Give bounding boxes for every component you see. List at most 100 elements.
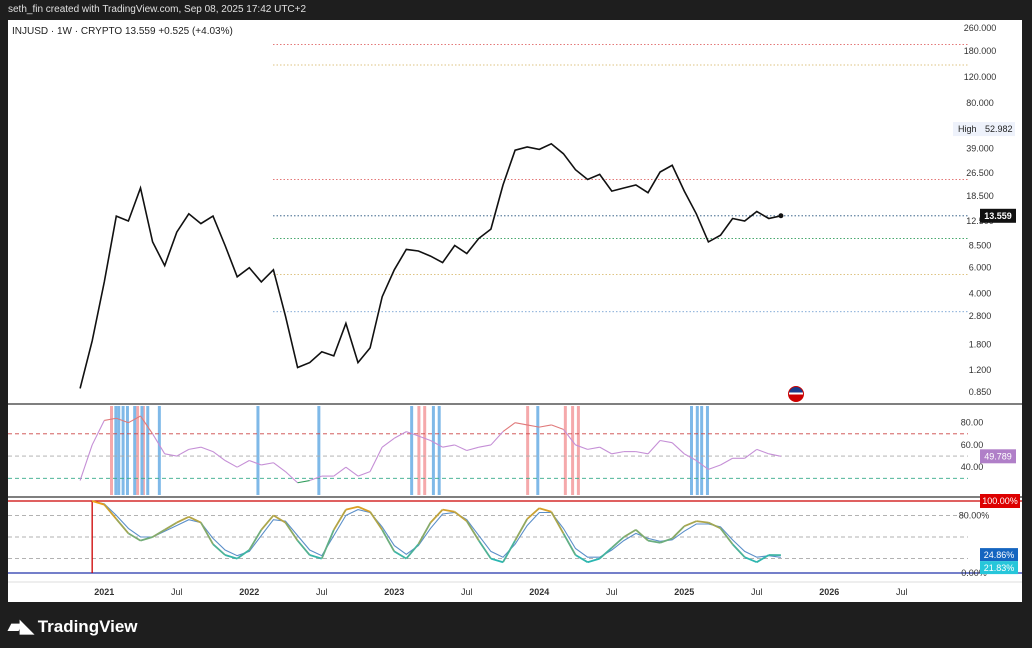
price-tick-9: 26.500	[966, 168, 994, 178]
rsi-segment-18	[285, 471, 298, 484]
rsi-segment-40	[551, 424, 564, 430]
time-axis: 2021 Jul 2022 Jul 2023 Jul 2024 Jul 2025 Jul 2026 J…	[94, 587, 907, 597]
stoch-main-segment-6	[152, 529, 166, 538]
stoch-main-segment-36	[514, 518, 528, 542]
stoch-main-segment-43	[599, 547, 613, 560]
stoch-main-segment-16	[272, 514, 286, 524]
stoch-series	[91, 500, 781, 564]
time-tick-10: 2026	[819, 587, 839, 597]
stoch-main-segment-8	[176, 516, 190, 524]
rsi-segment-47	[635, 451, 649, 455]
price-tick-13: 120.000	[964, 72, 997, 82]
price-tick-2: 1.800	[969, 339, 992, 349]
price-tick-0: 0.850	[969, 387, 992, 397]
oversold-marker-0	[114, 406, 118, 495]
price-tick-3: 2.800	[969, 311, 992, 321]
chart-svg[interactable]: 0.8501.2001.8002.8004.0006.0008.50012.50…	[8, 20, 1022, 602]
price-tick-8: 18.500	[966, 191, 994, 201]
stoch-main-segment-22	[345, 505, 359, 511]
time-tick-4: 2023	[384, 587, 404, 597]
chart-area[interactable]: 0.8501.2001.8002.8004.0006.0008.50012.50…	[8, 20, 1022, 602]
time-tick-6: 2024	[529, 587, 549, 597]
rsi-segment-2	[91, 420, 105, 446]
oversold-marker-15	[695, 406, 699, 495]
rsi-segment-25	[369, 446, 383, 472]
stoch-main-segment-14	[248, 529, 263, 551]
last-price-dot	[778, 213, 784, 219]
stoch-main-segment-19	[309, 554, 323, 560]
stoch-main-segment-28	[417, 522, 432, 545]
rsi-segment-16	[261, 462, 274, 466]
rsi-segment-49	[659, 439, 673, 444]
price-tick-12: 80.000	[966, 98, 994, 108]
rsi-segment-26	[381, 437, 395, 448]
rsi-segment-10	[188, 446, 202, 450]
price-tick-4: 4.000	[969, 288, 992, 298]
stoch-signal-line	[92, 500, 781, 558]
stoch-main-segment-32	[465, 520, 480, 542]
flag-icon[interactable]	[788, 386, 804, 402]
rsi-markers	[110, 406, 709, 495]
stoch-main-segment-37	[526, 507, 540, 520]
rsi-segment-19	[297, 479, 310, 484]
stoch-main-segment-24	[369, 511, 383, 531]
stoch-main-segment-20	[320, 529, 335, 559]
stoch-main-segment-34	[490, 557, 504, 564]
rsi-segment-45	[611, 451, 624, 455]
stoch-main-segment-46	[635, 529, 649, 542]
attribution-header: seth_fin created with TradingView.com, S…	[8, 4, 307, 15]
rsi-last-label: 49.789	[984, 451, 1012, 461]
rsi-segment-36	[502, 422, 516, 433]
stoch-main-segment-17	[284, 522, 299, 542]
stoch-main-segment-27	[405, 543, 420, 560]
time-tick-3: Jul	[316, 587, 328, 597]
rsi-segment-54	[720, 457, 733, 466]
stoch-main-segment-51	[696, 520, 709, 524]
high-label: High	[958, 124, 977, 134]
stoch-main-segment-45	[623, 529, 637, 538]
stoch-tick-1: 80.00%	[959, 510, 990, 520]
rsi-segment-24	[357, 471, 371, 477]
time-tick-7: Jul	[606, 587, 618, 597]
oversold-marker-11	[431, 406, 435, 495]
rsi-segment-27	[393, 431, 407, 439]
stoch-main-segment-39	[550, 511, 565, 534]
oversold-marker-9	[317, 406, 321, 495]
stoch-main-segment-13	[236, 549, 250, 560]
stoch-main-segment-21	[333, 509, 347, 531]
overbought-marker-3	[417, 406, 421, 495]
stoch-main-segment-42	[587, 557, 600, 564]
price-tick-5: 6.000	[969, 263, 992, 273]
oversold-marker-8	[256, 406, 260, 495]
overbought-marker-5	[526, 406, 530, 495]
oversold-marker-7	[157, 406, 161, 495]
stoch-main-segment-40	[562, 532, 577, 556]
time-tick-9: Jul	[751, 587, 763, 597]
rsi-segment-22	[333, 466, 347, 477]
rsi-segment-13	[224, 460, 238, 468]
oversold-marker-2	[121, 406, 125, 495]
price-tick-6: 8.500	[969, 241, 992, 251]
stoch-main-segment-12	[224, 554, 238, 560]
reference-levels	[273, 44, 968, 313]
rsi-segment-56	[744, 448, 758, 459]
rsi-segment-43	[587, 446, 600, 450]
rsi-segment-9	[176, 448, 190, 457]
brand-name: TradingView	[37, 616, 138, 636]
tradingview-logo-icon: ▰◣	[8, 616, 34, 636]
time-tick-5: Jul	[461, 587, 473, 597]
rsi-tick-0: 40.00	[961, 462, 984, 472]
price-tick-1: 1.200	[969, 365, 992, 375]
oversold-marker-6	[146, 406, 150, 495]
oversold-marker-12	[437, 406, 441, 495]
rsi-segment-32	[454, 444, 467, 451]
oversold-marker-3	[125, 406, 129, 495]
oversold-marker-14	[690, 406, 693, 495]
stoch-signal-label: 21.83%	[984, 563, 1015, 573]
stoch-main-segment-53	[719, 527, 734, 545]
rsi-segment-31	[442, 444, 455, 448]
last-price-label: 13.559	[984, 211, 1012, 221]
time-tick-2: 2022	[239, 587, 259, 597]
rsi-axis: 40.00 60.00 80.00 49.789	[961, 418, 1016, 472]
price-tick-15: 260.000	[964, 23, 997, 33]
